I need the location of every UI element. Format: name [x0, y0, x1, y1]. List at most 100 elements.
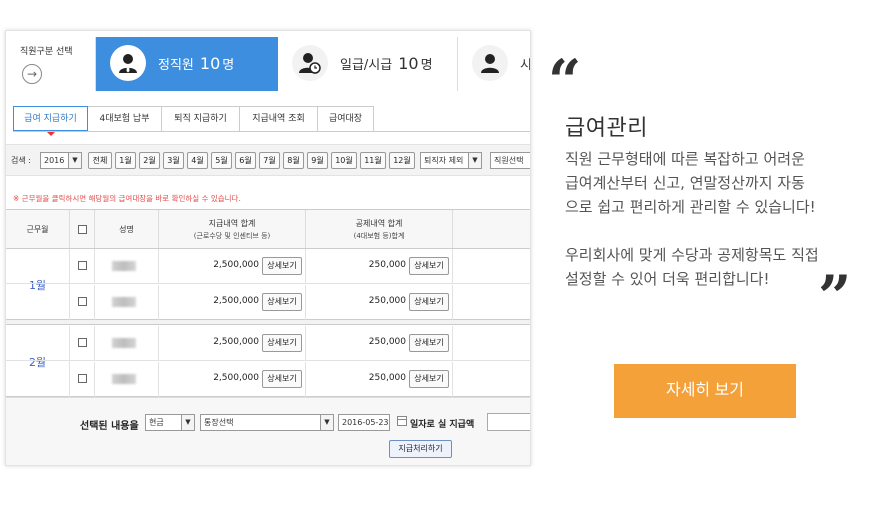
row-checkbox[interactable]	[78, 297, 87, 306]
table-row: 2,500,000 상세보기 250,000 상세보기	[6, 249, 530, 284]
tab-retirement[interactable]: 퇴직 지급하기	[162, 106, 240, 132]
date-input[interactable]: 2016-05-23	[338, 414, 390, 431]
month-button[interactable]: 6월	[235, 152, 256, 169]
deduct-amount: 250,000	[368, 260, 406, 270]
account-value: 통장선택	[204, 418, 234, 427]
tab-pay[interactable]: 급여 지급하기	[13, 106, 88, 136]
detail-button[interactable]: 상세보기	[262, 334, 302, 352]
retired-filter-select[interactable]: 퇴직자 제외 ▼	[420, 152, 482, 169]
payment-footer: 선택된 내용을 현금 ▼ 통장선택 ▼ 2016-05-23 일자로 실 지급액 지…	[6, 397, 530, 465]
user-clock-icon	[292, 45, 328, 81]
row-checkbox[interactable]	[78, 374, 87, 383]
tab-history[interactable]: 지급내역 조회	[240, 106, 318, 132]
tile-label: 정직원	[158, 58, 194, 73]
user-icon	[110, 45, 146, 81]
section-title: 급여관리	[565, 116, 648, 141]
calendar-icon[interactable]	[397, 416, 407, 426]
detail-button[interactable]: 상세보기	[409, 334, 449, 352]
search-label: 검색 :	[11, 156, 31, 165]
employee-filter-value: 직원선택	[494, 156, 524, 165]
group-separator	[6, 320, 530, 325]
tab-insurance[interactable]: 4대보험 납부	[88, 106, 162, 132]
chevron-down-icon: ▼	[320, 415, 333, 430]
deduct-amount: 250,000	[368, 296, 406, 306]
month-group: 1월 2,500,000 상세보기 250,000 상세보기 2,500,000…	[6, 249, 530, 320]
view-details-button[interactable]: 자세히 보기	[614, 364, 796, 418]
select-all-checkbox[interactable]	[77, 224, 87, 234]
month-button[interactable]: 9월	[307, 152, 328, 169]
detail-button[interactable]: 상세보기	[262, 370, 302, 388]
header-select-all	[70, 210, 95, 248]
detail-button[interactable]: 상세보기	[409, 293, 449, 311]
employee-type-selector[interactable]: 직원구분 선택 →	[6, 37, 96, 91]
account-select[interactable]: 통장선택 ▼	[200, 414, 334, 431]
detail-button[interactable]: 상세보기	[409, 257, 449, 275]
tile-regular-employee[interactable]: 정직원 10 명	[96, 37, 278, 91]
header-pay-total: 지급내역 합계 (근로수당 및 인센티브 등)	[159, 210, 306, 248]
payroll-table: 근무월 성명 지급내역 합계 (근로수당 및 인센티브 등) 공제내역 합계 (4대…	[6, 209, 530, 399]
detail-button[interactable]: 상세보기	[262, 257, 302, 275]
tab-divider	[13, 131, 530, 132]
header-deduct-total: 공제내역 합계 (4대보험 등)합계	[306, 210, 453, 248]
pay-amount: 2,500,000	[213, 260, 259, 270]
notice-text: ※ 근무월을 클릭하시면 해당월의 급여대장을 바로 확인하실 수 있습니다.	[13, 194, 241, 203]
tile-label: 일급/시급	[340, 58, 393, 73]
tile-unit: 명	[420, 58, 433, 73]
table-row: 2,500,000 상세보기 250,000 상세보기	[6, 362, 530, 397]
chevron-down-icon: ▼	[68, 153, 81, 168]
year-select[interactable]: 2016 ▼	[40, 152, 82, 169]
retired-filter-value: 퇴직자 제외	[424, 156, 464, 165]
selected-label: 선택된 내용을	[80, 421, 139, 432]
month-button[interactable]: 5월	[211, 152, 232, 169]
month-button[interactable]: 4월	[187, 152, 208, 169]
arrow-right-icon[interactable]: →	[22, 64, 42, 84]
payroll-screenshot: 직원구분 선택 → 정직원 10 명 일급/시급 10 명 시 급여 지급하기 4대보험…	[5, 30, 531, 466]
tile-label: 시	[520, 58, 531, 73]
month-button[interactable]: 3월	[163, 152, 184, 169]
user-icon	[472, 45, 508, 81]
month-button[interactable]: 2월	[139, 152, 160, 169]
header-month: 근무월	[6, 210, 70, 248]
pay-amount: 2,500,000	[213, 337, 259, 347]
month-button[interactable]: 7월	[259, 152, 280, 169]
month-button[interactable]: 11월	[360, 152, 386, 169]
detail-button[interactable]: 상세보기	[409, 370, 449, 388]
month-button[interactable]: 8월	[283, 152, 304, 169]
pay-amount: 2,500,000	[213, 296, 259, 306]
deduct-amount: 250,000	[368, 373, 406, 383]
table-header: 근무월 성명 지급내역 합계 (근로수당 및 인센티브 등) 공제내역 합계 (4대…	[6, 209, 530, 249]
pay-amount-input[interactable]	[487, 413, 530, 431]
tile-daily-hourly[interactable]: 일급/시급 10 명	[278, 37, 458, 91]
chevron-down-icon: ▼	[181, 415, 194, 430]
month-button[interactable]: 1월	[115, 152, 136, 169]
description-line: 우리회사에 맞게 수당과 공제항목도 직접	[565, 246, 819, 264]
filter-bar: 검색 : 2016 ▼ 전체 1월 2월 3월 4월 5월 6월 7월 8월 9월…	[6, 144, 530, 176]
detail-button[interactable]: 상세보기	[262, 293, 302, 311]
table-row: 2,500,000 상세보기 250,000 상세보기	[6, 326, 530, 361]
pay-amount: 2,500,000	[213, 373, 259, 383]
employee-type-label: 직원구분 선택	[20, 47, 73, 57]
tile-other-employee[interactable]: 시	[458, 37, 531, 91]
name-blurred	[112, 261, 136, 271]
chevron-down-icon: ▼	[468, 153, 481, 168]
description-line: 직원 근무형태에 따른 복잡하고 어려운	[565, 150, 805, 168]
header-name: 성명	[95, 210, 159, 248]
description-line: 급여계산부터 신고, 연말정산까지 자동	[565, 174, 805, 192]
month-button[interactable]: 10월	[331, 152, 357, 169]
month-button[interactable]: 12월	[389, 152, 415, 169]
open-quote-icon: “	[548, 47, 582, 115]
row-checkbox[interactable]	[78, 261, 87, 270]
pay-label: 일자로 실 지급액	[410, 420, 475, 430]
employee-filter-select[interactable]: 직원선택	[490, 152, 530, 169]
tab-ledger[interactable]: 급여대장	[318, 106, 374, 132]
header-actual: 실	[453, 210, 530, 248]
name-blurred	[112, 374, 136, 384]
month-button-all[interactable]: 전체	[88, 152, 112, 169]
payment-method-select[interactable]: 현금 ▼	[145, 414, 195, 431]
tile-count: 10	[398, 54, 419, 73]
close-quote-icon: ”	[818, 263, 852, 331]
row-checkbox[interactable]	[78, 338, 87, 347]
description-line: 설정할 수 있어 더욱 편리합니다!	[565, 270, 770, 288]
table-row: 2,500,000 상세보기 250,000 상세보기	[6, 285, 530, 320]
process-payment-button[interactable]: 지급처리하기	[389, 440, 452, 458]
